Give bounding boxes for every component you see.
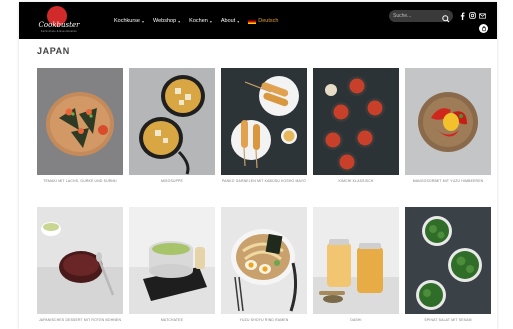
recipe-title[interactable]: MANGOSORBET MIT YUZU HIMBEEREN	[405, 179, 491, 184]
recipe-image-rote-bohnen-dessert[interactable]	[37, 207, 123, 314]
recipe-image-ramen[interactable]	[221, 207, 307, 314]
recipe-image-misosuppe[interactable]	[129, 68, 215, 175]
recipe-title[interactable]: PANKO GARNELEN MIT KABOSU KOSHO MAYO	[221, 179, 307, 184]
logo-text: Cookbuster	[38, 21, 80, 29]
recipe-image-mangosorbet[interactable]	[405, 68, 491, 175]
search-input[interactable]	[393, 11, 439, 21]
social-links	[459, 11, 486, 20]
chevron-down-icon: ▾	[237, 18, 240, 24]
recipe-image-kimchi[interactable]	[313, 68, 399, 175]
chevron-down-icon: ▾	[178, 18, 181, 24]
cart-icon	[481, 25, 486, 31]
recipe-title[interactable]: KIMCHI KLASSISCH	[313, 179, 399, 184]
recipe-image-dashi[interactable]	[313, 207, 399, 314]
recipe-title[interactable]: YUZU SHOYU RIND RAMEN	[221, 318, 307, 323]
recipe-title[interactable]: SPINAT SALAT MIT SESAM	[405, 318, 491, 323]
recipe-image-panko-garnelen[interactable]	[221, 68, 307, 175]
cart-button[interactable]	[479, 24, 488, 33]
nav-about[interactable]: About ▾	[221, 18, 239, 24]
german-flag-icon	[248, 18, 257, 24]
mail-icon[interactable]	[479, 11, 486, 20]
recipe-title[interactable]: MISOSUPPE	[129, 179, 215, 184]
chevron-down-icon: ▾	[209, 18, 212, 24]
logo-subtitle: Kochschule & Eventlocation	[40, 30, 78, 33]
page-title: JAPAN	[37, 46, 70, 56]
recipe-title[interactable]: JAPANISCHES DESSERT MIT ROTEN BOHNEN	[37, 318, 123, 323]
search-box	[389, 10, 453, 23]
recipe-image-spinat-salat[interactable]	[405, 207, 491, 314]
facebook-icon[interactable]	[459, 11, 466, 20]
nav-webshop[interactable]: Webshop ▾	[153, 18, 180, 24]
recipe-image-temaki[interactable]	[37, 68, 123, 175]
top-navigation-bar: Cookbuster Kochschule & Eventlocation Ko…	[19, 2, 497, 39]
language-switcher[interactable]: Deutsch	[248, 18, 278, 24]
page: Cookbuster Kochschule & Eventlocation Ko…	[19, 2, 497, 329]
main-nav: Kochkurse ▾ Webshop ▾ Kochen ▾ About ▾ Deuts…	[114, 16, 287, 26]
nav-kochkurse[interactable]: Kochkurse ▾	[114, 18, 144, 24]
recipe-title[interactable]: MATCHATEE	[129, 318, 215, 323]
nav-kochen[interactable]: Kochen ▾	[189, 18, 212, 24]
instagram-icon[interactable]	[469, 11, 476, 20]
chevron-down-icon: ▾	[142, 18, 145, 24]
recipe-image-matchatee[interactable]	[129, 207, 215, 314]
recipe-title[interactable]: DASHI	[313, 318, 399, 323]
site-logo[interactable]: Cookbuster Kochschule & Eventlocation	[37, 6, 81, 36]
search-icon[interactable]	[441, 11, 451, 23]
recipe-title[interactable]: TEMAKI MIT LACHS, GURKE UND SURIMI	[37, 179, 123, 184]
